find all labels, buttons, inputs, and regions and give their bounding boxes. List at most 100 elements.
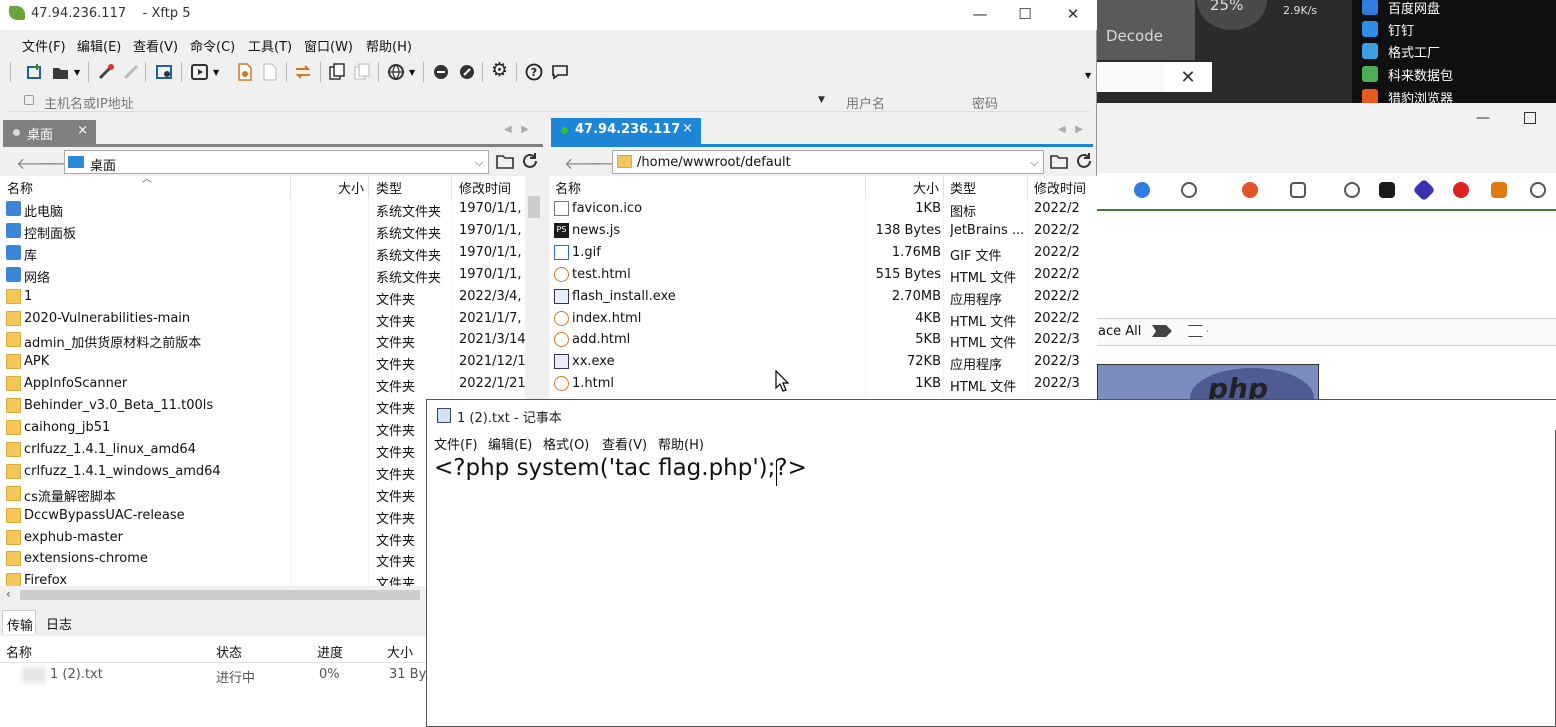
tab-transfer[interactable]: 传输 xyxy=(2,610,36,634)
file-row[interactable]: 2020-Vulnerabilities-main 文件夹 2021/1/7, 1 xyxy=(0,308,543,330)
menu-view[interactable]: 查看(V) xyxy=(133,36,178,55)
file-row[interactable]: test.html 515 Bytes HTML 文件 2022/2/ xyxy=(549,264,1097,286)
remote-new-folder-icon[interactable] xyxy=(1050,153,1068,169)
password-input[interactable]: 密码 xyxy=(972,93,998,112)
maximize-button[interactable]: ☐ xyxy=(1002,3,1048,25)
remote-path-dropdown-icon[interactable]: ⌵ xyxy=(1030,156,1038,170)
play-icon[interactable] xyxy=(191,63,209,81)
shield-icon[interactable] xyxy=(1379,182,1395,198)
local-new-folder-icon[interactable] xyxy=(496,153,514,169)
desktop-item-baidu[interactable]: 百度网盘 xyxy=(1362,0,1440,17)
local-hscrollbar[interactable]: ‹ xyxy=(0,586,426,604)
browser-minimize-icon[interactable]: — xyxy=(1476,110,1490,126)
transfer-column-size[interactable]: 大小 xyxy=(387,642,413,661)
browser-ext-icon[interactable] xyxy=(1134,182,1150,198)
copy-icon[interactable] xyxy=(261,63,279,81)
globe-icon[interactable] xyxy=(387,63,405,81)
file-row[interactable]: index.html 4KB HTML 文件 2022/2/ xyxy=(549,308,1097,330)
minimize-button[interactable]: — xyxy=(957,3,1003,25)
local-scroll-thumb[interactable] xyxy=(528,196,540,218)
decode-label[interactable]: Decode xyxy=(1106,27,1196,45)
file-row[interactable]: 控制面板 系统文件夹 1970/1/1, 0 xyxy=(0,220,543,242)
notepad-menu-view[interactable]: 查看(V) xyxy=(602,434,647,453)
browser-maximize-icon[interactable] xyxy=(1524,112,1536,124)
notepad-menu-help[interactable]: 帮助(H) xyxy=(658,434,704,453)
palette-icon[interactable] xyxy=(1181,182,1197,198)
menu-tools[interactable]: 工具(T) xyxy=(248,36,292,55)
file-row[interactable]: add.html 5KB HTML 文件 2022/3/ xyxy=(549,329,1097,351)
desktop-item-colasoft[interactable]: 科来数据包 xyxy=(1362,64,1453,84)
tab-close-icon[interactable]: × xyxy=(77,123,88,138)
toolbar-overflow-icon[interactable]: ▼ xyxy=(1085,71,1091,80)
tab-scroll-left-icon[interactable]: ◀ ▶ xyxy=(504,124,529,135)
local-path-field[interactable] xyxy=(64,150,489,174)
ext-red-icon[interactable] xyxy=(1242,182,1258,198)
transfer-column-name[interactable]: 名称 xyxy=(6,642,32,661)
open-dropdown-icon[interactable]: ▼ xyxy=(74,68,80,77)
replace-all-label[interactable]: ace All xyxy=(1098,324,1141,339)
globe-dropdown-icon[interactable]: ▼ xyxy=(409,68,415,77)
dialog-close-icon[interactable]: ✕ xyxy=(1164,62,1212,92)
host-dropdown-icon[interactable]: ▼ xyxy=(818,95,825,105)
desktop-item-dingtalk[interactable]: 钉钉 xyxy=(1362,19,1414,39)
column-name[interactable]: 名称 xyxy=(555,178,581,197)
local-hscroll-thumb[interactable] xyxy=(20,590,420,600)
transfer-column-status[interactable]: 状态 xyxy=(216,642,242,661)
tab-log[interactable]: 日志 xyxy=(46,614,72,633)
menu-command[interactable]: 命令(C) xyxy=(190,36,235,55)
file-row[interactable]: 网络 系统文件夹 1970/1/1, 0 xyxy=(0,264,543,286)
new-session-icon[interactable] xyxy=(26,63,44,81)
column-type[interactable]: 类型 xyxy=(950,178,976,197)
zoom-icon[interactable] xyxy=(1344,182,1360,198)
menu-window[interactable]: 窗口(W) xyxy=(304,36,353,55)
file-row[interactable]: xx.exe 72KB 应用程序 2022/3/ xyxy=(549,351,1097,373)
scroll-left-icon[interactable]: ‹ xyxy=(6,587,11,601)
ext-n-icon[interactable] xyxy=(1491,182,1507,198)
adblock-icon[interactable] xyxy=(1453,182,1469,198)
file-row[interactable]: AppInfoScanner 文件夹 2022/1/21, xyxy=(0,373,543,395)
open-folder-icon[interactable] xyxy=(52,63,70,81)
transfer-icon[interactable] xyxy=(458,63,476,81)
tab-scroll-right-icon[interactable]: ◀ ▶ xyxy=(1058,124,1083,135)
transfer-row[interactable]: 1 (2).txt 进行中 0% 31 Byt xyxy=(0,664,426,686)
column-modified[interactable]: 修改时间 xyxy=(1034,178,1086,197)
chat-icon[interactable] xyxy=(551,63,569,81)
tab-close-icon[interactable]: × xyxy=(682,121,693,136)
file-row[interactable]: favicon.ico 1KB 图标 2022/2/ xyxy=(549,198,1097,220)
desktop-item-format-factory[interactable]: 格式工厂 xyxy=(1362,41,1440,61)
column-modified[interactable]: 修改时间 xyxy=(459,178,511,197)
menu-help[interactable]: 帮助(H) xyxy=(366,36,412,55)
column-name[interactable]: 名称 xyxy=(7,178,33,197)
sync-icon[interactable] xyxy=(294,63,312,81)
properties-icon[interactable] xyxy=(155,63,173,81)
column-size[interactable]: 大小 xyxy=(338,178,364,197)
tab-remote-server[interactable]: 47.94.236.117 × xyxy=(551,118,701,145)
file-row[interactable]: 1 文件夹 2022/3/4, 2 xyxy=(0,286,543,308)
file-row[interactable]: flash_install.exe 2.70MB 应用程序 2022/2/ xyxy=(549,286,1097,308)
play-dropdown-icon[interactable]: ▼ xyxy=(213,68,219,77)
file-row[interactable]: 此电脑 系统文件夹 1970/1/1, 0 xyxy=(0,198,543,220)
notepad-menu-edit[interactable]: 编辑(E) xyxy=(488,434,532,453)
favorites-icon[interactable] xyxy=(432,63,450,81)
paste-disabled-icon[interactable] xyxy=(353,63,371,81)
paste-icon[interactable] xyxy=(328,63,346,81)
local-refresh-icon[interactable] xyxy=(521,152,539,170)
close-button[interactable]: ✕ xyxy=(1050,3,1096,25)
tab-local-desktop[interactable]: 桌面 × xyxy=(3,120,96,145)
new-file-icon[interactable] xyxy=(236,63,254,81)
notepad-text-area[interactable]: <?php system('tac flag.php');?> xyxy=(434,455,807,481)
ext-box-icon[interactable] xyxy=(1290,182,1306,198)
connect-icon[interactable] xyxy=(97,63,115,81)
username-input[interactable]: 用户名 xyxy=(846,93,885,112)
menu-edit[interactable]: 编辑(E) xyxy=(77,36,121,55)
menu-file[interactable]: 文件(F) xyxy=(22,36,66,55)
file-row[interactable]: APK 文件夹 2021/12/18 xyxy=(0,351,543,373)
local-path-dropdown-icon[interactable]: ⌵ xyxy=(475,156,483,170)
file-row[interactable]: 1.html 1KB HTML 文件 2022/3/ xyxy=(549,373,1097,395)
transfer-column-progress[interactable]: 进度 xyxy=(317,642,343,661)
help-icon[interactable]: ? xyxy=(525,63,543,81)
column-size[interactable]: 大小 xyxy=(913,178,939,197)
column-type[interactable]: 类型 xyxy=(376,178,402,197)
browser-settings-icon[interactable] xyxy=(1530,182,1546,198)
host-input[interactable]: 主机名或IP地址 xyxy=(44,93,134,112)
